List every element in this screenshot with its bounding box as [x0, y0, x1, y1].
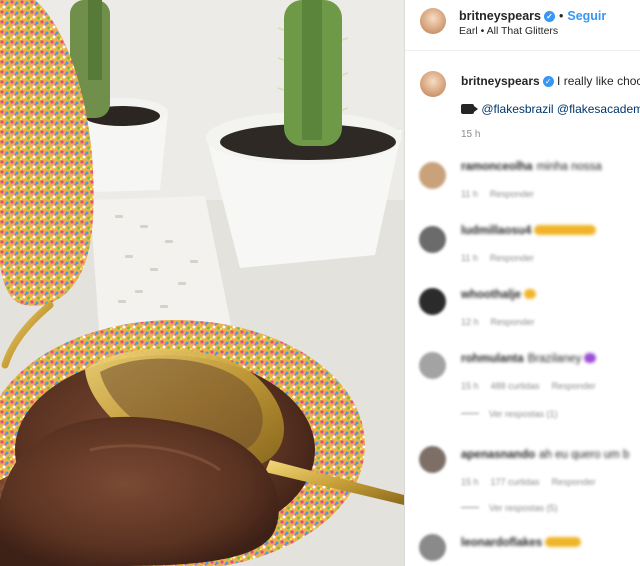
- replies-divider: [461, 507, 479, 508]
- reply-button[interactable]: Responder: [552, 477, 596, 487]
- comment-time[interactable]: 12 h: [461, 317, 479, 327]
- comment-line: ludmillaosu4: [461, 225, 597, 237]
- comment-time[interactable]: 15 h: [461, 477, 479, 487]
- emoji-icon: [545, 537, 582, 547]
- emoji-icon: [534, 225, 597, 235]
- commenter-username[interactable]: leonardoflakes: [461, 537, 542, 549]
- commenter-username[interactable]: rohmulanta: [461, 353, 524, 365]
- comment-text: minha nossa: [536, 161, 602, 173]
- comment-meta: 12 h Responder: [461, 317, 547, 327]
- commenter-avatar[interactable]: [419, 226, 446, 253]
- post-header: britneyspears ✓ • Seguir Earl • All That Gl…: [405, 0, 640, 51]
- commenter-avatar[interactable]: [419, 534, 446, 561]
- comment-meta: 11 h Responder: [461, 189, 546, 199]
- commenter-avatar[interactable]: [419, 446, 446, 473]
- comment-line: ramonceolha minha nossa: [461, 161, 602, 173]
- verified-badge-icon: ✓: [543, 11, 555, 22]
- comment-text: Brazilaney: [527, 353, 582, 365]
- caption-avatar[interactable]: [420, 71, 446, 97]
- author-avatar[interactable]: [420, 8, 446, 34]
- commenter-avatar[interactable]: [419, 352, 446, 379]
- comment-item: leonardoflakes: [405, 532, 640, 566]
- comment-text: ah eu quero um b: [539, 449, 630, 461]
- caption-line: britneyspears ✓ I really like choc: [461, 74, 640, 88]
- author-username[interactable]: britneyspears: [459, 9, 541, 23]
- verified-badge-icon: ✓: [542, 76, 554, 87]
- commenter-username[interactable]: ramonceolha: [461, 161, 533, 173]
- reply-button[interactable]: Responder: [491, 317, 535, 327]
- comment-item: ramonceolha minha nossa 11 h Responder: [405, 148, 640, 208]
- comment-likes[interactable]: 177 curtidas: [491, 477, 540, 487]
- view-replies-label: Ver respostas (5): [489, 503, 558, 513]
- comment-line: leonardoflakes: [461, 537, 582, 549]
- post-panel: britneyspears ✓ • Seguir Earl • All That Gl…: [405, 0, 640, 566]
- comment-time[interactable]: 11 h: [461, 189, 478, 199]
- comment-item: ludmillaosu4 11 h Responder: [405, 212, 640, 272]
- comment-meta: 15 h 488 curtidas Responder: [461, 381, 608, 391]
- post-caption: britneyspears ✓ I really like choc @flake…: [405, 52, 640, 147]
- commenter-username[interactable]: ludmillaosu4: [461, 225, 531, 237]
- caption-mentions: @flakesbrazil @flakesacadem: [461, 102, 640, 116]
- video-frame: [0, 0, 404, 566]
- comment-item: apenasnando ah eu quero um b 15 h 177 curt…: [405, 436, 640, 526]
- reply-button[interactable]: Responder: [490, 253, 534, 263]
- comment-time[interactable]: 15 h: [461, 381, 479, 391]
- post-media[interactable]: [0, 0, 404, 566]
- emoji-icon: [584, 353, 597, 363]
- mention-link[interactable]: @flakesbrazil: [481, 102, 553, 116]
- commenter-username[interactable]: whoothalje: [461, 289, 521, 301]
- comment-likes[interactable]: 488 curtidas: [491, 381, 540, 391]
- view-replies-label: Ver respostas (1): [489, 409, 558, 419]
- commenter-avatar[interactable]: [419, 162, 446, 189]
- emoji-icon: [524, 289, 537, 299]
- commenter-avatar[interactable]: [419, 288, 446, 315]
- caption-username[interactable]: britneyspears: [461, 74, 540, 88]
- comment-time[interactable]: 11 h: [461, 253, 478, 263]
- audio-subtitle[interactable]: Earl • All That Glitters: [459, 25, 558, 37]
- separator-dot: •: [558, 9, 564, 23]
- caption-timestamp[interactable]: 15 h: [461, 129, 480, 140]
- reply-button[interactable]: Responder: [552, 381, 596, 391]
- caption-text: I really like choc: [557, 74, 640, 88]
- view-replies-button[interactable]: Ver respostas (1): [461, 409, 558, 419]
- comment-item: rohmulanta Brazilaney 15 h 488 curtidas Res…: [405, 340, 640, 430]
- comment-meta: 11 h Responder: [461, 253, 546, 263]
- author-line: britneyspears ✓ • Seguir: [459, 9, 606, 23]
- reply-button[interactable]: Responder: [490, 189, 534, 199]
- comment-line: apenasnando ah eu quero um b: [461, 449, 629, 461]
- replies-divider: [461, 413, 479, 414]
- comment-line: rohmulanta Brazilaney: [461, 353, 597, 365]
- view-replies-button[interactable]: Ver respostas (5): [461, 503, 558, 513]
- commenter-username[interactable]: apenasnando: [461, 449, 535, 461]
- comment-meta: 15 h 177 curtidas Responder: [461, 477, 608, 487]
- comment-line: whoothalje: [461, 289, 537, 301]
- follow-button[interactable]: Seguir: [567, 9, 606, 23]
- camera-icon: [461, 104, 478, 114]
- comment-item: whoothalje 12 h Responder: [405, 276, 640, 336]
- mention-link[interactable]: @flakesacadem: [557, 102, 640, 116]
